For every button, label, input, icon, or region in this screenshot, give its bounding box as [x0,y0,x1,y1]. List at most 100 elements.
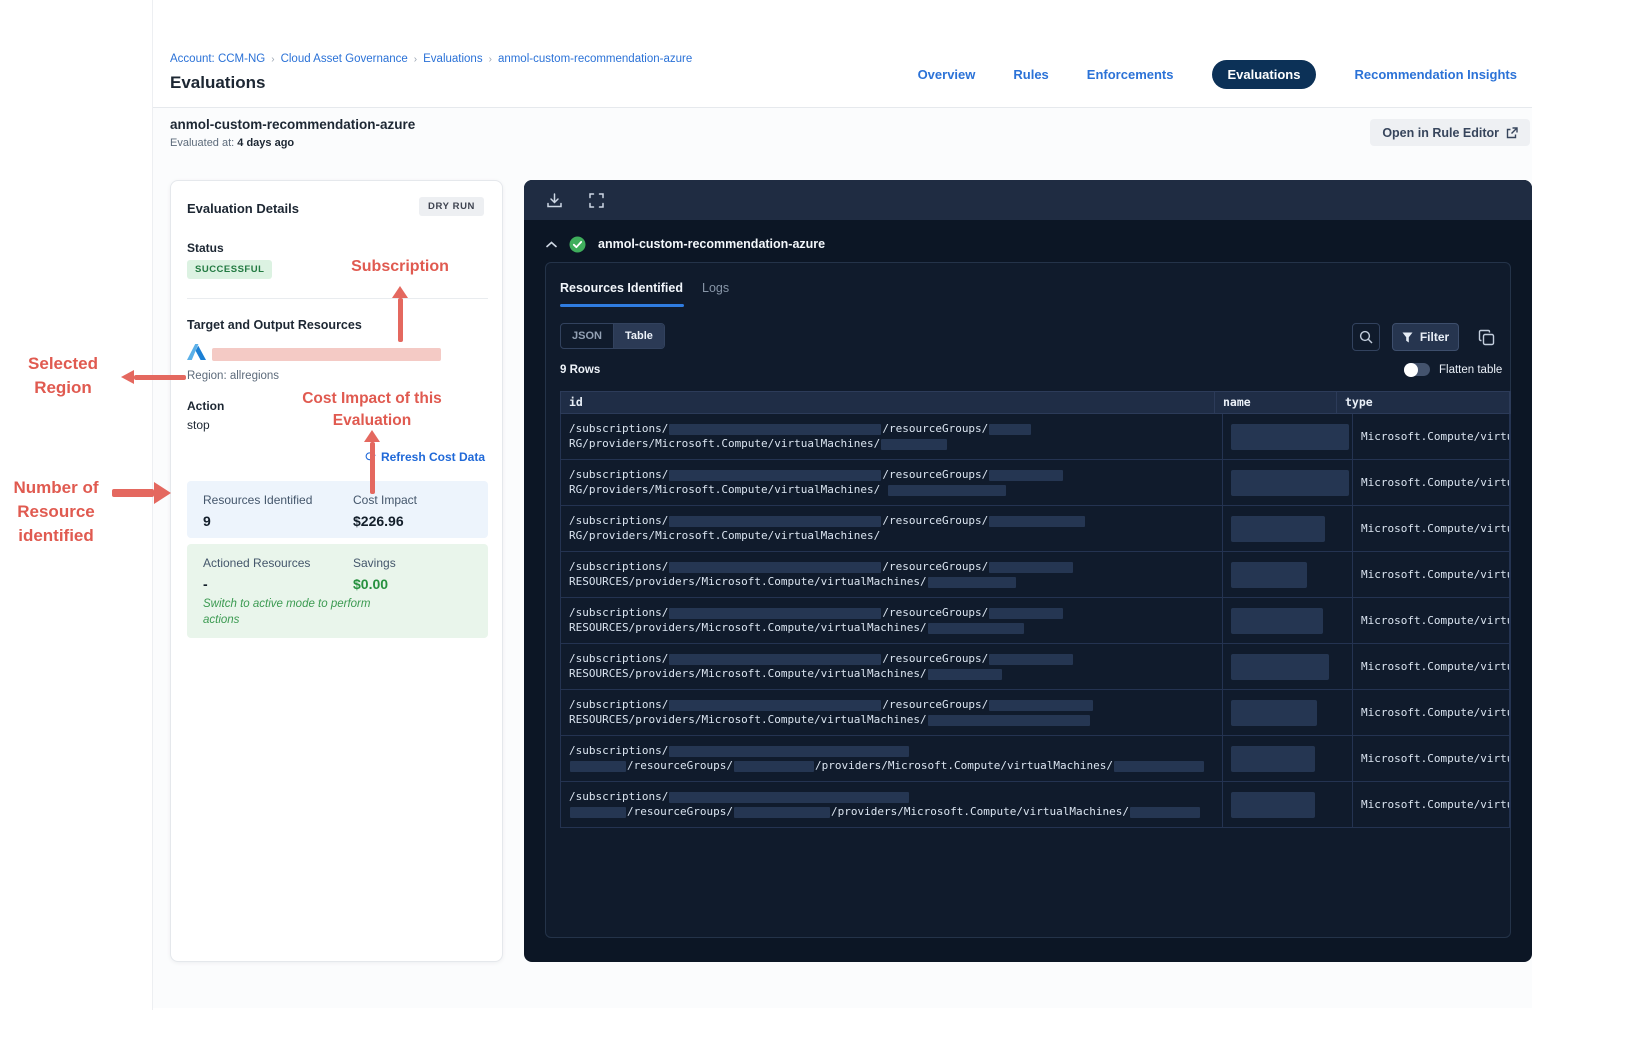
active-tab-underline [560,304,684,307]
nav-tab-recommendation-insights[interactable]: Recommendation Insights [1354,67,1517,82]
tab-resources-identified[interactable]: Resources Identified [560,281,683,295]
copy-button[interactable] [1475,326,1497,348]
redacted-value [669,469,882,481]
nav-tab-evaluations[interactable]: Evaluations [1211,60,1317,89]
cell-id: /subscriptions/ /resourceGroups/RESOURCES… [561,552,1223,597]
redacted-value [669,515,882,527]
breadcrumb-item[interactable]: Cloud Asset Governance [281,53,408,65]
redacted-name [1231,562,1307,588]
results-toolbar [524,180,1532,220]
cell-name [1223,552,1353,597]
cell-type: Microsoft.Compute/virtualMachines [1353,644,1510,689]
id-text: /subscriptions/ [569,744,669,757]
cell-id: /subscriptions/ /resourceGroups/RESOURCES… [561,690,1223,735]
redacted-value [1129,806,1200,818]
redacted-value [927,622,1024,634]
filter-button[interactable]: Filter [1392,323,1459,351]
redacted-name [1231,654,1329,680]
redacted-value [570,806,626,818]
annotation-subscription: Subscription [351,258,449,275]
refresh-cost-data-label: Refresh Cost Data [380,450,485,464]
run-header-row: anmol-custom-recommendation-azure [524,232,1532,256]
status-label: Status [187,241,224,255]
search-icon [1359,330,1373,344]
refresh-cost-data-link[interactable]: ⟳ Refresh Cost Data [365,449,485,465]
fullscreen-icon[interactable] [589,192,604,208]
table-row: /subscriptions/ /resourceGroups/RESOURCES… [560,598,1511,644]
dry-run-badge: DRY RUN [419,197,484,216]
table-row: /subscriptions/ /resourceGroups/RESOURCES… [560,690,1511,736]
breadcrumb-item[interactable]: anmol-custom-recommendation-azure [498,53,692,65]
cell-name [1223,598,1353,643]
breadcrumb-item[interactable]: Evaluations [423,53,482,65]
flatten-table-label: Flatten table [1439,363,1503,376]
id-text: RESOURCES/providers/Microsoft.Compute/vi… [569,667,927,680]
run-title: anmol-custom-recommendation-azure [598,237,826,251]
evaluated-at-value: 4 days ago [237,137,295,149]
open-rule-editor-button[interactable]: Open in Rule Editor [1370,119,1530,146]
flatten-table-toggle[interactable]: Flatten table [1404,362,1503,377]
redacted-value [669,791,910,803]
redacted-name [1231,792,1315,818]
resource-id-line: /subscriptions/ /resourceGroups/ [569,651,1214,666]
column-header-name: name [1215,392,1337,413]
download-icon[interactable] [546,192,563,209]
id-text: /providers/Microsoft.Compute/virtualMach… [814,759,1113,772]
redacted-value [989,699,1094,711]
search-button[interactable] [1352,323,1380,351]
id-text: RG/providers/Microsoft.Compute/virtualMa… [569,437,881,450]
chevron-up-icon[interactable] [546,240,557,248]
tab-logs[interactable]: Logs [702,281,729,295]
resource-id-line: /resourceGroups/ /providers/Microsoft.Com… [569,804,1214,819]
external-link-icon [1506,126,1518,138]
redacted-name [1231,516,1325,542]
nav-tab-overview[interactable]: Overview [918,67,976,82]
id-text: /resourceGroups/ [882,514,989,527]
resource-id-line: /subscriptions/ [569,789,1214,804]
filter-label: Filter [1419,330,1450,344]
redacted-value [570,760,626,772]
rows-count: 9 Rows [560,364,601,376]
id-text: /providers/Microsoft.Compute/virtualMach… [830,805,1129,818]
copy-icon [1478,329,1494,345]
resource-id-line: /subscriptions/ /resourceGroups/ [569,421,1214,436]
id-text: /resourceGroups/ [882,698,989,711]
redacted-value [1113,760,1204,772]
table-row: /subscriptions/ /resourceGroups/RG/provid… [560,506,1511,552]
cell-id: /subscriptions/ /resourceGroups/RESOURCES… [561,644,1223,689]
id-text: /resourceGroups/ [882,422,989,435]
cell-name [1223,782,1353,827]
view-table-option[interactable]: Table [613,324,664,348]
success-check-icon [569,236,586,253]
redacted-value [669,423,882,435]
resource-id-line: /subscriptions/ /resourceGroups/ [569,513,1214,528]
annotation-selected-region: Selected Region [28,354,98,397]
action-label: Action [187,399,225,413]
redacted-value [927,714,1090,726]
annotation-resources-identified: Number of Resource identified [13,478,99,545]
cell-id: /subscriptions/ /resourceGroups/ /provider… [561,736,1223,781]
header-divider [153,107,1532,108]
filter-icon [1402,332,1413,342]
resource-id-line: RG/providers/Microsoft.Compute/virtualMa… [569,436,1214,451]
resource-id-line: /subscriptions/ [569,743,1214,758]
breadcrumb: Account: CCM-NG › Cloud Asset Governance › E… [170,53,692,65]
nav-tab-rules[interactable]: Rules [1013,67,1048,82]
redacted-name [1231,700,1317,726]
active-mode-note: Switch to active mode to perform actions [203,598,371,626]
savings-value: $0.00 [353,576,389,592]
cell-type: Microsoft.Compute/virtualMachines [1353,782,1510,827]
redacted-value [927,668,1002,680]
column-header-id: id [561,392,1215,413]
redacted-value [669,745,910,757]
cell-type: Microsoft.Compute/virtualMachines [1353,506,1510,551]
redacted-value [733,806,830,818]
view-json-option[interactable]: JSON [561,324,614,348]
cell-id: /subscriptions/ /resourceGroups/RG/provid… [561,414,1223,459]
id-text: /resourceGroups/ [882,606,989,619]
redacted-value [927,576,1016,588]
breadcrumb-item[interactable]: Account: CCM-NG [170,53,265,65]
evaluations-page: Account: CCM-NG › Cloud Asset Governance › E… [0,0,1648,1044]
column-header-type: type [1337,392,1510,413]
nav-tab-enforcements[interactable]: Enforcements [1087,67,1174,82]
